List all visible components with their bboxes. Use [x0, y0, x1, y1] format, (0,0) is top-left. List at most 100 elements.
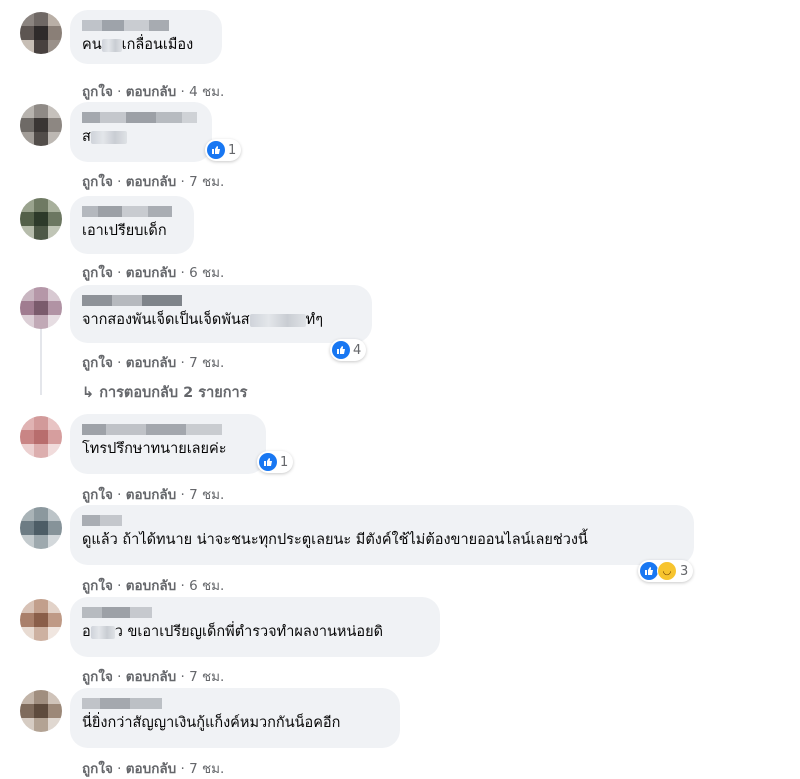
like-link[interactable]: ถูกใจ: [82, 669, 113, 685]
comment-text: ดูแล้ว ถ้าได้ทนาย น่าจะชนะทุกประตูเลยนะ …: [82, 532, 588, 548]
comment-bubble: คน เกลื่อนเมือง: [70, 10, 222, 64]
view-replies-link[interactable]: ↳ การตอบกลับ 2 รายการ: [82, 381, 247, 404]
reply-link[interactable]: ตอบกลับ: [126, 487, 176, 503]
separator: ·: [117, 669, 122, 685]
reply-link[interactable]: ตอบกลับ: [126, 84, 176, 100]
timestamp[interactable]: 7 ชม.: [189, 669, 224, 685]
separator: ·: [180, 265, 185, 281]
author-name-redacted[interactable]: [82, 204, 182, 218]
reaction-count: 3: [680, 563, 689, 579]
comment-actions: ถูกใจ · ตอบกลับ · 7 ชม.: [82, 351, 224, 373]
comment-actions: ถูกใจ · ตอบกลับ · 7 ชม.: [82, 170, 224, 192]
author-name-redacted[interactable]: [82, 110, 200, 124]
comment-text: โทรปรึกษาทนายเลยค่ะ: [82, 441, 227, 457]
comment-text: จากสองพันเจ็ดเป็นเจ็ดพันส ทํๆ: [82, 312, 324, 328]
like-link[interactable]: ถูกใจ: [82, 174, 113, 190]
separator: ·: [117, 578, 122, 594]
comment-bubble: ส: [70, 102, 212, 162]
thread-line: [40, 325, 42, 395]
author-name-redacted[interactable]: [82, 605, 428, 619]
like-icon: [640, 562, 658, 580]
reply-link[interactable]: ตอบกลับ: [126, 174, 176, 190]
author-name-redacted[interactable]: [82, 696, 388, 710]
separator: ·: [117, 84, 122, 100]
like-link[interactable]: ถูกใจ: [82, 355, 113, 371]
separator: ·: [117, 355, 122, 371]
comment-actions: ถูกใจ · ตอบกลับ · 7 ชม.: [82, 483, 224, 505]
comment-text: คน เกลื่อนเมือง: [82, 37, 194, 53]
reaction-count: 1: [228, 142, 237, 158]
avatar[interactable]: [20, 12, 62, 54]
reaction-summary[interactable]: 4: [330, 339, 367, 361]
timestamp[interactable]: 4 ชม.: [189, 84, 224, 100]
like-icon: [259, 453, 277, 471]
comment-actions: ถูกใจ · ตอบกลับ · 4 ชม.: [82, 80, 224, 102]
reply-link[interactable]: ตอบกลับ: [126, 761, 176, 777]
author-name-redacted[interactable]: [82, 513, 682, 527]
separator: ·: [180, 84, 185, 100]
like-link[interactable]: ถูกใจ: [82, 265, 113, 281]
author-name-redacted[interactable]: [82, 293, 360, 307]
comment-actions: ถูกใจ · ตอบกลับ · 6 ชม.: [82, 574, 224, 596]
view-replies-label: การตอบกลับ 2 รายการ: [99, 385, 248, 401]
avatar[interactable]: [20, 507, 62, 549]
avatar[interactable]: [20, 287, 62, 329]
separator: ·: [117, 265, 122, 281]
timestamp[interactable]: 7 ชม.: [189, 174, 224, 190]
avatar[interactable]: [20, 198, 62, 240]
comment-bubble: เอาเปรียบเด็ก: [70, 196, 194, 254]
separator: ·: [180, 669, 185, 685]
reaction-summary[interactable]: 1: [257, 451, 294, 473]
comment-actions: ถูกใจ · ตอบกลับ · 6 ชม.: [82, 261, 224, 283]
haha-icon: ◡: [657, 561, 677, 581]
like-link[interactable]: ถูกใจ: [82, 487, 113, 503]
separator: ·: [117, 761, 122, 777]
timestamp[interactable]: 6 ชม.: [189, 578, 224, 594]
separator: ·: [180, 174, 185, 190]
separator: ·: [180, 761, 185, 777]
reply-arrow-icon: ↳: [82, 385, 95, 401]
comment-bubble: ดูแล้ว ถ้าได้ทนาย น่าจะชนะทุกประตูเลยนะ …: [70, 505, 694, 565]
comment-text: นี่ยิ่งกว่าสัญญาเงินกู้แก็งค์หมวกกันน็อค…: [82, 715, 341, 731]
redacted-text: [90, 130, 127, 144]
author-name-redacted[interactable]: [82, 18, 210, 32]
avatar[interactable]: [20, 104, 62, 146]
comment-bubble: อว ขเอาเปรียญเด็กพี่ตำรวจทำผลงานหน่อยดิ: [70, 597, 440, 657]
separator: ·: [117, 174, 122, 190]
separator: ·: [180, 487, 185, 503]
comment-text: อว ขเอาเปรียญเด็กพี่ตำรวจทำผลงานหน่อยดิ: [82, 624, 383, 640]
redacted-text: [90, 625, 115, 639]
reaction-count: 1: [280, 454, 289, 470]
comment-bubble: จากสองพันเจ็ดเป็นเจ็ดพันส ทํๆ: [70, 285, 372, 343]
comment-bubble: นี่ยิ่งกว่าสัญญาเงินกู้แก็งค์หมวกกันน็อค…: [70, 688, 400, 748]
reply-link[interactable]: ตอบกลับ: [126, 669, 176, 685]
reply-link[interactable]: ตอบกลับ: [126, 355, 176, 371]
timestamp[interactable]: 7 ชม.: [189, 761, 224, 777]
redacted-text: [249, 313, 306, 327]
reaction-summary[interactable]: ◡ 3: [638, 560, 694, 582]
comment-bubble: โทรปรึกษาทนายเลยค่ะ: [70, 414, 266, 474]
comment-text: ส: [82, 128, 200, 147]
separator: ·: [180, 355, 185, 371]
comment-text: เอาเปรียบเด็ก: [82, 223, 167, 239]
reaction-summary[interactable]: 1: [205, 139, 242, 161]
like-link[interactable]: ถูกใจ: [82, 761, 113, 777]
like-icon: [332, 341, 350, 359]
reaction-count: 4: [353, 342, 362, 358]
avatar[interactable]: [20, 690, 62, 732]
reply-link[interactable]: ตอบกลับ: [126, 265, 176, 281]
like-icon: [207, 141, 225, 159]
redacted-text: [101, 38, 122, 52]
timestamp[interactable]: 6 ชม.: [189, 265, 224, 281]
avatar[interactable]: [20, 416, 62, 458]
like-link[interactable]: ถูกใจ: [82, 84, 113, 100]
separator: ·: [117, 487, 122, 503]
timestamp[interactable]: 7 ชม.: [189, 355, 224, 371]
avatar[interactable]: [20, 599, 62, 641]
reply-link[interactable]: ตอบกลับ: [126, 578, 176, 594]
comment-actions: ถูกใจ · ตอบกลับ · 7 ชม.: [82, 665, 224, 687]
author-name-redacted[interactable]: [82, 422, 254, 436]
timestamp[interactable]: 7 ชม.: [189, 487, 224, 503]
separator: ·: [180, 578, 185, 594]
like-link[interactable]: ถูกใจ: [82, 578, 113, 594]
